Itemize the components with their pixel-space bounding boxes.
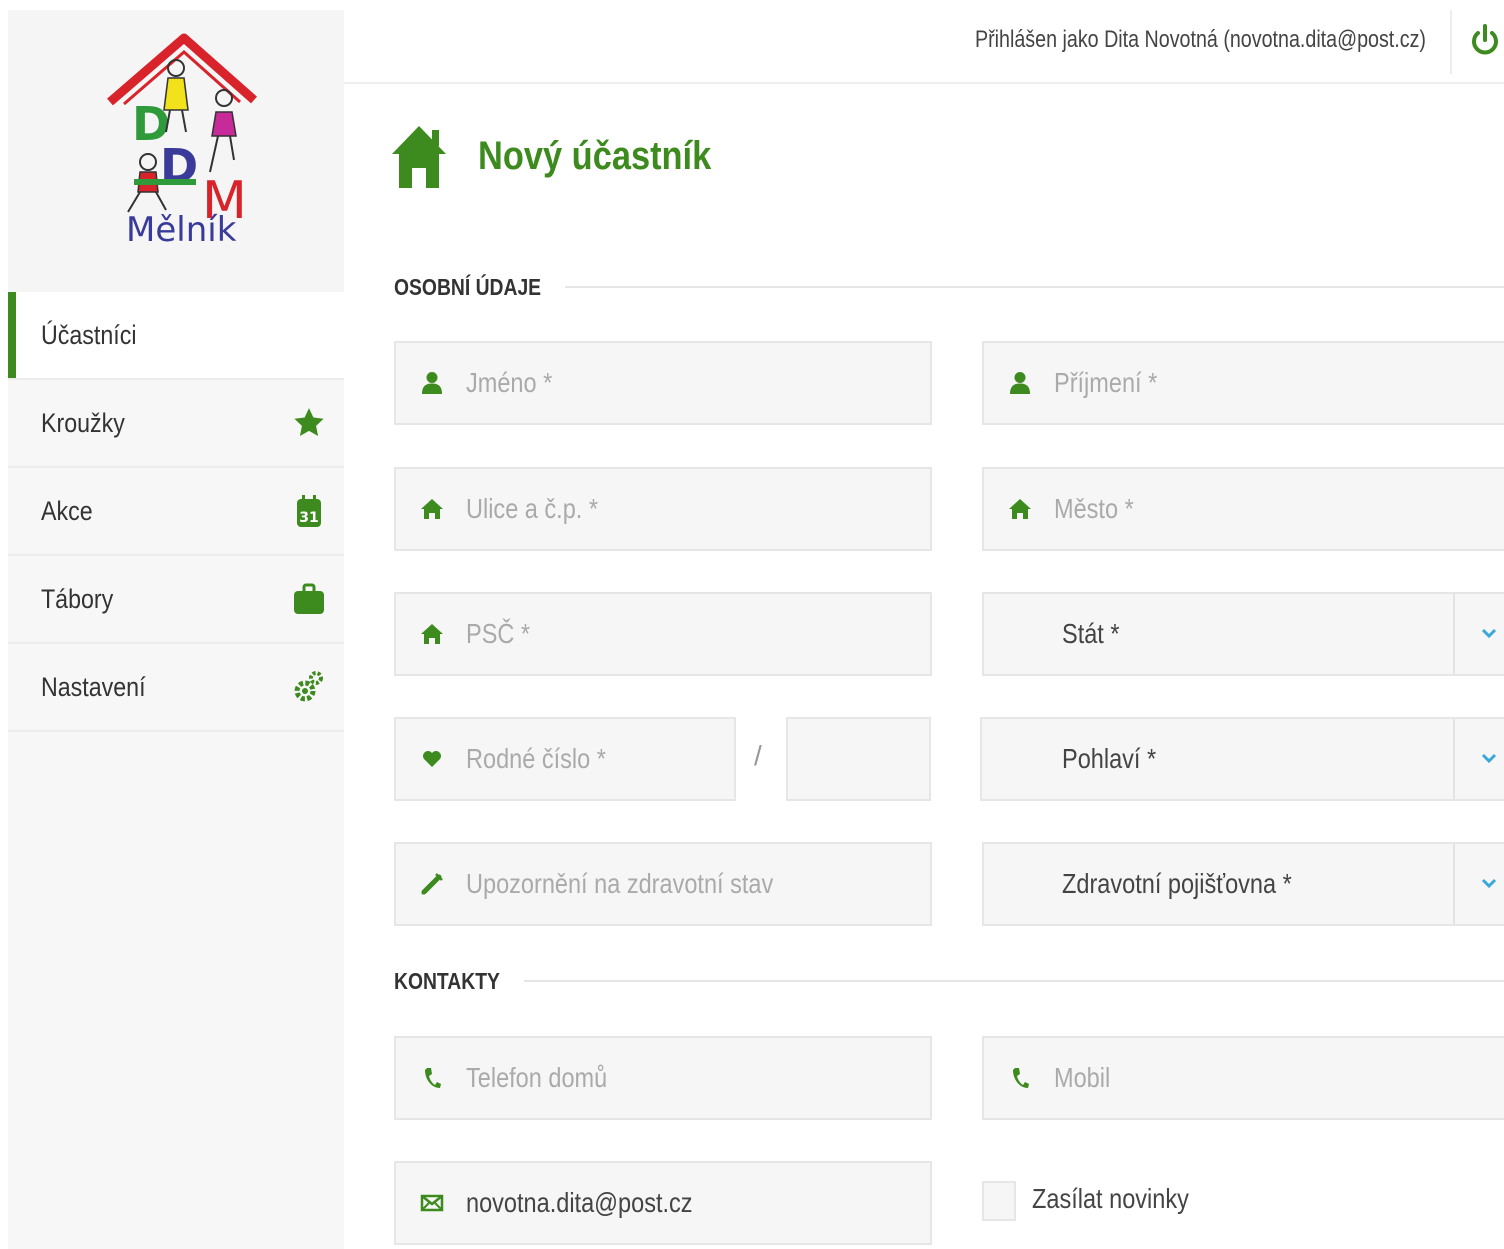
- syringe-icon: [396, 872, 466, 896]
- mobile-placeholder: Mobil: [1054, 1062, 1111, 1093]
- star-icon: [292, 406, 326, 440]
- svg-text:31: 31: [299, 510, 318, 526]
- section-contacts: KONTAKTY: [394, 966, 1504, 996]
- logo-caption: Mělník: [126, 210, 237, 250]
- phone-icon: [396, 1066, 466, 1090]
- birth-number-field[interactable]: Rodné číslo *: [394, 717, 736, 801]
- home-phone-placeholder: Telefon domů: [466, 1062, 608, 1093]
- sidebar-item-nastaveni[interactable]: Nastavení: [8, 644, 344, 732]
- home-icon: [984, 498, 1054, 520]
- sidebar-item-label: Účastníci: [41, 319, 137, 350]
- envelope-icon: [396, 1193, 466, 1213]
- home-phone-field[interactable]: Telefon domů: [394, 1036, 932, 1120]
- newsletter-label: Zasílat novinky: [1032, 1183, 1189, 1214]
- power-icon: [1472, 24, 1498, 55]
- calendar-icon: 31: [292, 494, 326, 528]
- street-placeholder: Ulice a č.p. *: [466, 493, 599, 524]
- city-field[interactable]: Město *: [982, 467, 1504, 551]
- email-value: novotna.dita@post.cz: [466, 1187, 693, 1218]
- mobile-field[interactable]: Mobil: [982, 1036, 1504, 1120]
- zip-field[interactable]: PSČ *: [394, 592, 932, 676]
- logged-in-user: Přihlášen jako Dita Novotná (novotna.dit…: [975, 26, 1426, 53]
- logout-button[interactable]: [1470, 24, 1504, 62]
- sidebar-item-ucastnici[interactable]: Účastníci: [8, 292, 344, 380]
- logo[interactable]: D D M Mělník: [8, 10, 344, 292]
- first-name-field[interactable]: Jméno *: [394, 341, 932, 425]
- logo-drawing-icon: D D M: [107, 33, 257, 231]
- user-icon: [396, 371, 466, 395]
- sidebar: D D M Mělník Účastníci Kroužky Akce 31 T…: [8, 10, 344, 1249]
- top-bar: Přihlášen jako Dita Novotná (novotna.dit…: [344, 0, 1504, 84]
- phone-icon: [984, 1066, 1054, 1090]
- insurance-select-value: Zdravotní pojišťovna *: [1062, 868, 1292, 899]
- heart-icon: [396, 750, 466, 768]
- divider: [565, 286, 1504, 288]
- divider: [1453, 844, 1455, 924]
- user-icon: [984, 371, 1054, 395]
- divider: [1453, 594, 1455, 674]
- briefcase-icon: [292, 582, 326, 616]
- section-title: KONTAKTY: [394, 967, 500, 994]
- page-header: Nový účastník: [390, 120, 749, 192]
- gender-select[interactable]: Pohlaví *: [980, 717, 1504, 801]
- sidebar-item-label: Akce: [41, 495, 93, 526]
- section-title: OSOBNÍ ÚDAJE: [394, 273, 542, 300]
- city-placeholder: Město *: [1054, 493, 1134, 524]
- health-note-field[interactable]: Upozornění na zdravotní stav: [394, 842, 932, 926]
- home-icon: [396, 498, 466, 520]
- home-icon: [396, 623, 466, 645]
- sidebar-item-label: Tábory: [41, 583, 114, 614]
- gender-select-value: Pohlaví *: [1062, 743, 1157, 774]
- sidebar-item-tabory[interactable]: Tábory: [8, 556, 344, 644]
- birth-number-suffix-field[interactable]: [786, 717, 931, 801]
- divider: [1450, 10, 1452, 74]
- health-note-placeholder: Upozornění na zdravotní stav: [466, 868, 774, 899]
- section-personal: OSOBNÍ ÚDAJE: [394, 272, 1504, 302]
- sidebar-item-label: Kroužky: [41, 407, 125, 438]
- chevron-down-icon: [1480, 751, 1498, 770]
- first-name-placeholder: Jméno *: [466, 367, 553, 398]
- page-title: Nový účastník: [478, 133, 712, 178]
- chevron-down-icon: [1480, 626, 1498, 645]
- street-field[interactable]: Ulice a č.p. *: [394, 467, 932, 551]
- chevron-down-icon: [1480, 876, 1498, 895]
- insurance-select[interactable]: Zdravotní pojišťovna *: [982, 842, 1504, 926]
- birth-number-placeholder: Rodné číslo *: [466, 743, 606, 774]
- divider: [1453, 719, 1455, 799]
- birth-number-separator: /: [754, 740, 762, 771]
- sidebar-item-label: Nastavení: [41, 671, 146, 702]
- sidebar-nav: Účastníci Kroužky Akce 31 Tábory Nastave…: [8, 292, 344, 732]
- sidebar-item-krouzky[interactable]: Kroužky: [8, 380, 344, 468]
- country-select[interactable]: Stát *: [982, 592, 1504, 676]
- zip-placeholder: PSČ *: [466, 618, 531, 649]
- gears-icon: [292, 670, 326, 704]
- sidebar-item-akce[interactable]: Akce 31: [8, 468, 344, 556]
- last-name-field[interactable]: Příjmení *: [982, 341, 1504, 425]
- newsletter-checkbox[interactable]: [982, 1181, 1016, 1221]
- country-select-value: Stát *: [1062, 618, 1120, 649]
- email-field[interactable]: novotna.dita@post.cz: [394, 1161, 932, 1245]
- last-name-placeholder: Příjmení *: [1054, 367, 1158, 398]
- divider: [524, 980, 1504, 982]
- home-icon: [392, 126, 446, 188]
